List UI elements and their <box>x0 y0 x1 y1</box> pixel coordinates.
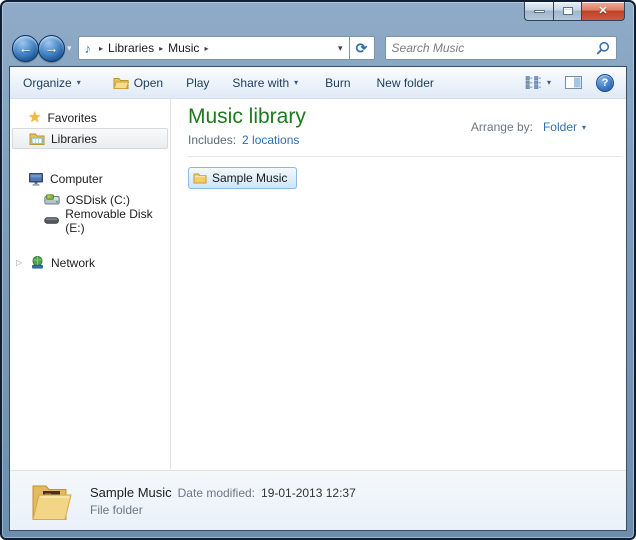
maximize-button[interactable] <box>553 2 582 21</box>
file-item-label: Sample Music <box>212 171 287 185</box>
sidebar-item-favorites[interactable]: ★ Favorites <box>10 107 170 128</box>
toolbar-right-group: ▾ ? <box>525 74 626 92</box>
chevron-down-icon: ▾ <box>547 78 551 87</box>
details-file-type: File folder <box>90 503 356 517</box>
help-icon: ? <box>602 77 609 89</box>
open-folder-icon <box>113 76 129 89</box>
date-modified-label: Date modified: <box>178 486 255 500</box>
sidebar-item-libraries[interactable]: Libraries <box>12 128 168 149</box>
computer-label: Computer <box>50 172 103 186</box>
folder-icon <box>193 172 207 184</box>
organize-label: Organize <box>23 76 72 90</box>
window-controls: ✕ <box>524 2 625 21</box>
burn-button[interactable]: Burn <box>325 76 350 90</box>
chevron-down-icon: ▾ <box>77 78 81 87</box>
navigation-bar: ← → ▾ ♪ ▸ Libraries ▸ Music ▸ ▾ ⟳ <box>2 30 634 66</box>
share-with-button[interactable]: Share with ▾ <box>232 76 298 90</box>
address-dropdown-icon[interactable]: ▾ <box>336 43 345 54</box>
close-button[interactable]: ✕ <box>582 2 625 21</box>
music-note-icon: ♪ <box>85 41 92 56</box>
play-label: Play <box>186 76 209 90</box>
change-view-button[interactable]: ▾ <box>525 76 551 89</box>
breadcrumb-separator: ▸ <box>204 44 208 53</box>
play-button[interactable]: Play <box>186 76 209 90</box>
command-toolbar: Organize ▾ Open Play Share with ▾ Burn <box>10 67 626 99</box>
expander-icon[interactable]: ▷ <box>16 258 24 267</box>
libraries-icon <box>29 132 45 145</box>
locations-link[interactable]: 2 locations <box>242 133 299 147</box>
includes-label: Includes: <box>188 133 236 147</box>
selected-folder-icon <box>30 480 76 522</box>
back-icon: ← <box>19 40 33 56</box>
address-bar-group: ♪ ▸ Libraries ▸ Music ▸ ▾ ⟳ <box>78 36 375 60</box>
views-icon <box>525 76 542 89</box>
explorer-window: ✕ ← → ▾ ♪ ▸ Libraries ▸ Music ▸ ▾ ⟳ <box>0 0 636 540</box>
breadcrumb-separator: ▸ <box>99 44 103 53</box>
arrange-by-label: Arrange by: <box>471 120 533 134</box>
content-frame: Organize ▾ Open Play Share with ▾ Burn <box>9 66 627 531</box>
network-icon <box>30 256 45 269</box>
osdisk-label: OSDisk (C:) <box>66 193 130 207</box>
details-file-name: Sample Music <box>90 485 172 500</box>
preview-pane-icon <box>565 76 582 89</box>
organize-button[interactable]: Organize ▾ <box>23 76 81 90</box>
forward-icon: → <box>45 40 59 56</box>
title-bar[interactable]: ✕ <box>2 2 634 30</box>
chevron-down-icon: ▾ <box>294 78 298 87</box>
header-divider <box>188 156 622 157</box>
details-pane: Sample Music Date modified: 19-01-2013 1… <box>10 470 626 530</box>
date-modified-value: 19-01-2013 12:37 <box>261 486 356 500</box>
network-label: Network <box>51 256 95 270</box>
search-box <box>385 36 617 60</box>
arrange-by-control: Arrange by: Folder ▾ <box>471 120 586 134</box>
sidebar-item-network[interactable]: ▷ Network <box>10 252 170 273</box>
open-label: Open <box>134 76 163 90</box>
search-icon[interactable] <box>596 41 610 55</box>
recent-pages-dropdown[interactable]: ▾ <box>67 43 72 54</box>
includes-row: Includes: 2 locations <box>188 133 622 147</box>
star-icon: ★ <box>28 110 41 125</box>
open-button[interactable]: Open <box>113 76 163 90</box>
new-folder-label: New folder <box>377 76 434 90</box>
breadcrumb-libraries[interactable]: Libraries <box>108 41 154 55</box>
refresh-button[interactable]: ⟳ <box>350 36 375 60</box>
removable-disk-label: Removable Disk (E:) <box>65 207 170 235</box>
chevron-down-icon: ▾ <box>582 123 586 132</box>
search-input[interactable] <box>392 41 596 55</box>
minimize-icon <box>534 10 545 13</box>
close-icon: ✕ <box>598 6 607 17</box>
file-item-sample-music[interactable]: Sample Music <box>188 167 297 189</box>
computer-icon <box>28 172 44 186</box>
arrange-by-value: Folder <box>543 120 577 134</box>
navigation-pane: ★ Favorites Libraries <box>10 99 171 470</box>
breadcrumb-separator: ▸ <box>159 44 163 53</box>
help-button[interactable]: ? <box>596 74 614 92</box>
libraries-label: Libraries <box>51 132 97 146</box>
file-list-pane: Music library Includes: 2 locations Arra… <box>171 99 626 470</box>
refresh-icon: ⟳ <box>356 40 368 57</box>
forward-button[interactable]: → <box>38 35 65 62</box>
back-button[interactable]: ← <box>12 35 39 62</box>
removable-disk-icon <box>44 216 59 225</box>
maximize-icon <box>563 7 573 15</box>
preview-pane-button[interactable] <box>565 76 582 89</box>
favorites-label: Favorites <box>47 111 96 125</box>
new-folder-button[interactable]: New folder <box>377 76 434 90</box>
burn-label: Burn <box>325 76 350 90</box>
sidebar-item-computer[interactable]: Computer <box>10 168 170 189</box>
arrange-by-dropdown[interactable]: Folder ▾ <box>543 120 586 134</box>
breadcrumb-music[interactable]: Music <box>168 41 199 55</box>
share-with-label: Share with <box>232 76 289 90</box>
explorer-body: ★ Favorites Libraries <box>10 99 626 470</box>
hard-drive-icon <box>44 194 60 205</box>
address-bar[interactable]: ♪ ▸ Libraries ▸ Music ▸ ▾ <box>78 36 350 60</box>
minimize-button[interactable] <box>524 2 553 21</box>
sidebar-item-removable-disk[interactable]: Removable Disk (E:) <box>10 210 170 231</box>
details-text: Sample Music Date modified: 19-01-2013 1… <box>90 485 356 517</box>
